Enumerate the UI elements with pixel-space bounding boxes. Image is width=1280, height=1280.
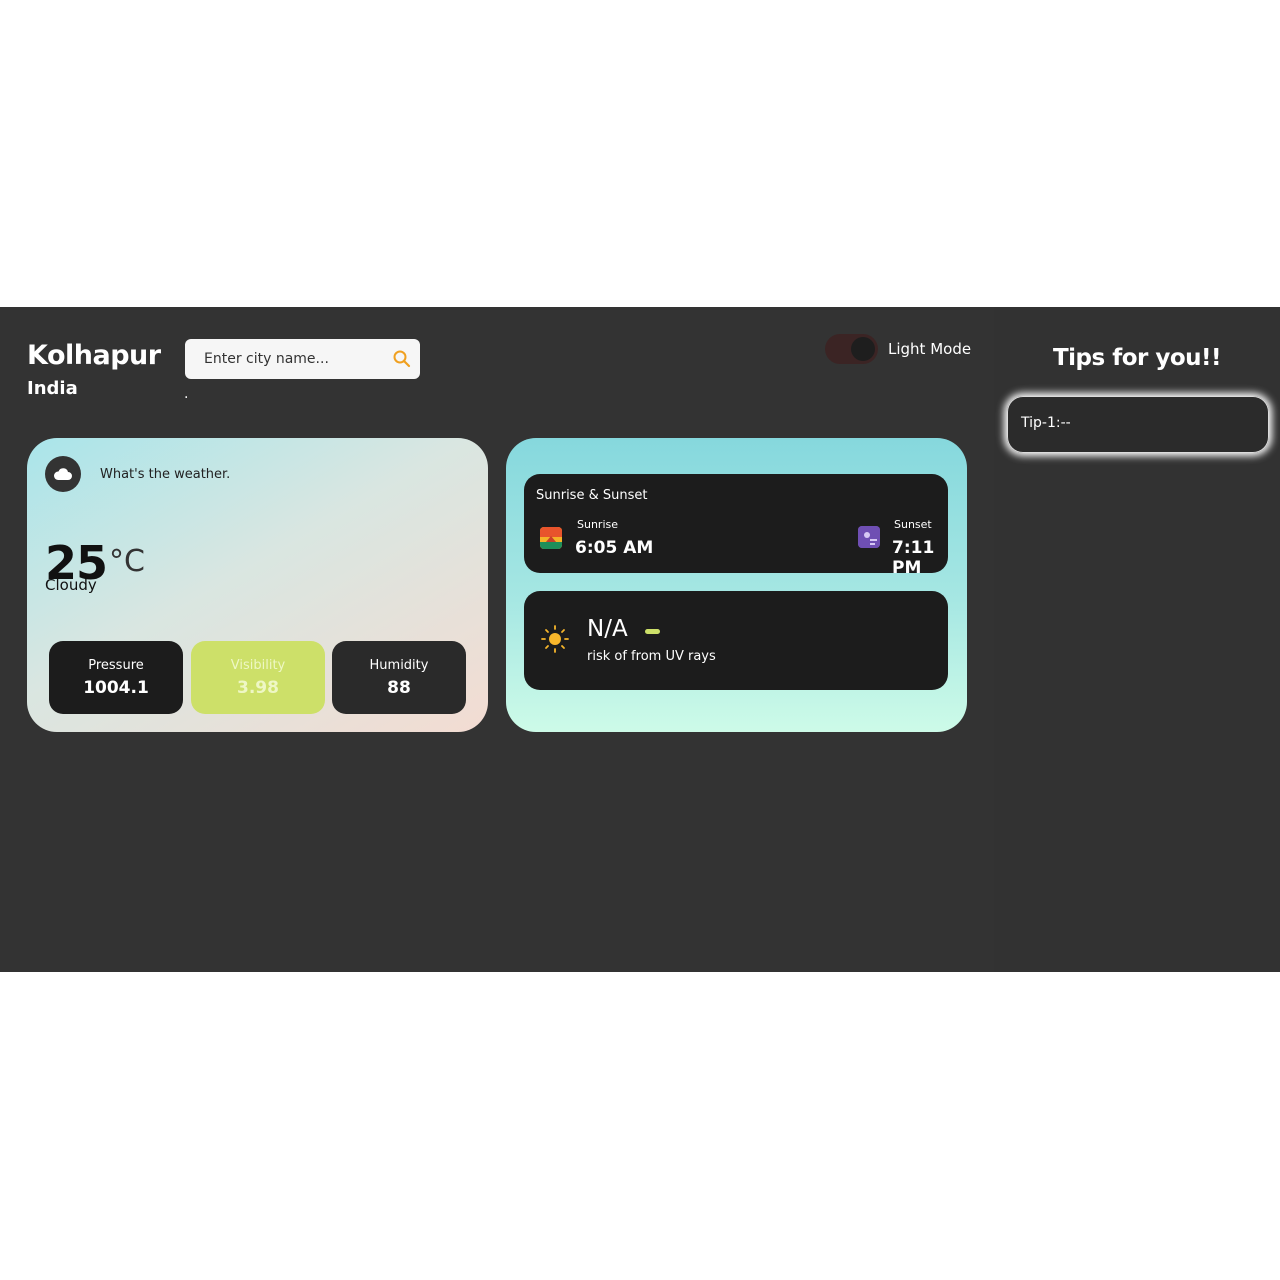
pressure-label: Pressure: [88, 658, 144, 673]
temperature-unit: °C: [109, 544, 145, 579]
weather-condition: Cloudy: [45, 576, 97, 594]
uv-panel: N/A risk of from UV rays: [524, 591, 948, 690]
search-box: [185, 339, 420, 379]
tip-text: Tip-1:--: [1021, 415, 1071, 431]
humidity-value: 88: [387, 678, 411, 698]
country-name: India: [27, 378, 78, 399]
theme-toggle[interactable]: [825, 334, 878, 364]
sunrise-time: 6:05 AM: [575, 538, 654, 558]
city-search-input[interactable]: [185, 339, 385, 379]
sunrise-sunset-panel: Sunrise & Sunset Sunrise 6:05 AM Sunset …: [524, 474, 948, 578]
sunset-time: 7:11 PM: [892, 538, 935, 578]
visibility-label: Visibility: [230, 658, 286, 673]
visibility-stat: Visibility 3.98: [191, 641, 325, 714]
sunrise-sunset-title: Sunrise & Sunset: [536, 488, 648, 503]
sun-uv-card: Sunrise & Sunset Sunrise 6:05 AM Sunset …: [506, 438, 967, 732]
toggle-knob: [851, 337, 875, 361]
location-dot: .: [184, 386, 189, 402]
sunset-label: Sunset: [894, 518, 932, 531]
weather-app: Kolhapur India . Light Mode What's the w…: [0, 307, 1280, 972]
tips-sidebar: Tips for you!! Tip-1:--: [994, 307, 1280, 972]
sun-icon: [541, 625, 569, 653]
sunrise-icon: [540, 527, 562, 549]
main-panel: Kolhapur India . Light Mode What's the w…: [0, 307, 994, 972]
weather-prompt: What's the weather.: [100, 467, 231, 482]
sunset-icon: [858, 526, 880, 548]
tips-title: Tips for you!!: [1052, 345, 1222, 371]
uv-level-indicator: [645, 629, 660, 634]
tip-card: Tip-1:--: [1007, 396, 1269, 453]
theme-toggle-label: Light Mode: [888, 340, 972, 358]
pressure-value: 1004.1: [83, 678, 149, 698]
uv-index-value: N/A: [587, 616, 628, 642]
search-icon[interactable]: [392, 349, 412, 369]
pressure-stat: Pressure 1004.1: [49, 641, 183, 714]
sunrise-label: Sunrise: [577, 518, 619, 531]
visibility-value: 3.98: [237, 678, 279, 698]
humidity-label: Humidity: [369, 658, 429, 673]
humidity-stat: Humidity 88: [332, 641, 466, 714]
city-name: Kolhapur: [27, 340, 161, 371]
cloud-icon: [45, 456, 81, 492]
weather-card: What's the weather. 25 °C Cloudy Pressur…: [27, 438, 488, 732]
uv-description: risk of from UV rays: [587, 649, 716, 664]
